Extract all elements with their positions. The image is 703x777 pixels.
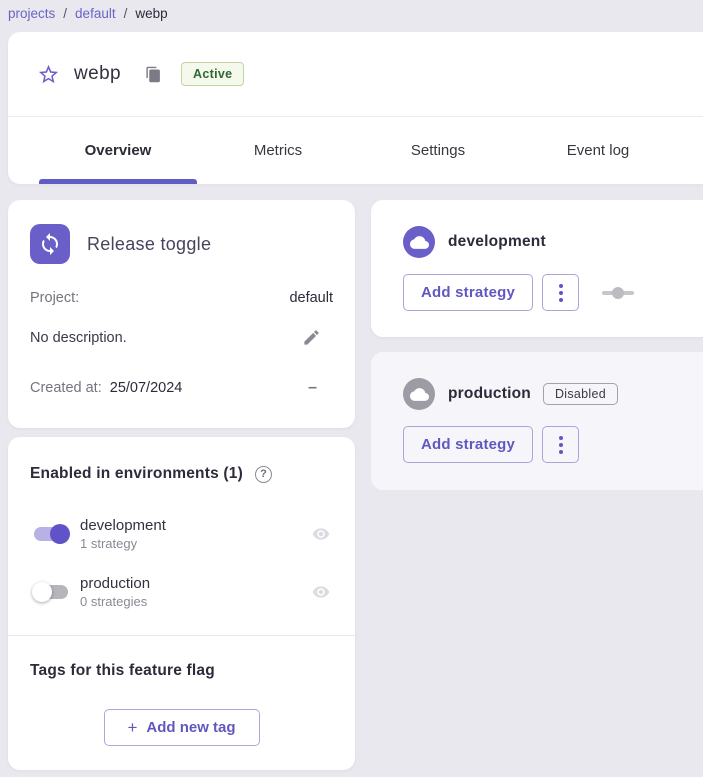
tab-metrics[interactable]: Metrics — [198, 117, 358, 184]
toggle-thumb — [612, 287, 624, 299]
environment-panel-header: production Disabled — [403, 378, 618, 410]
tags-title: Tags for this feature flag — [30, 662, 215, 680]
kebab-dot — [559, 298, 563, 302]
add-strategy-button[interactable]: Add strategy — [403, 274, 533, 311]
tab-settings[interactable]: Settings — [358, 117, 518, 184]
favorite-button[interactable] — [36, 62, 60, 86]
environment-toggle-switch[interactable] — [602, 286, 634, 300]
environment-panel-actions: Add strategy — [403, 274, 634, 311]
kebab-dot — [559, 284, 563, 288]
environment-name: production — [80, 574, 150, 593]
environment-panel-actions: Add strategy — [403, 426, 579, 463]
add-tag-label: Add new tag — [146, 719, 235, 736]
tab-event-log[interactable]: Event log — [518, 117, 678, 184]
environment-panel-production: production Disabled Add strategy — [371, 352, 703, 490]
production-toggle[interactable] — [32, 581, 70, 603]
created-label: Created at: — [30, 380, 102, 396]
pencil-icon — [302, 328, 321, 347]
visibility-button[interactable] — [309, 525, 333, 543]
environment-texts: development 1 strategy — [80, 516, 166, 552]
breadcrumb-separator: / — [63, 6, 67, 21]
kebab-dot — [559, 291, 563, 295]
star-outline-icon — [37, 63, 60, 86]
edit-description-button[interactable] — [302, 328, 321, 347]
tab-label: Overview — [85, 142, 152, 159]
tab-overview[interactable]: Overview — [38, 117, 198, 184]
environment-panel-name: production — [448, 385, 531, 403]
breadcrumb: projects / default / webp — [8, 0, 168, 26]
environment-panel-name: development — [448, 233, 546, 251]
environment-panel-header: development — [403, 226, 546, 258]
environments-title: Enabled in environments (1) — [30, 465, 243, 483]
copy-name-button[interactable] — [143, 64, 163, 84]
development-toggle[interactable] — [32, 523, 70, 545]
tab-label: Metrics — [254, 142, 302, 159]
feature-flag-page: projects / default / webp webp Active Ov… — [0, 0, 703, 777]
description-text: No description. — [30, 330, 127, 346]
copy-icon — [145, 66, 162, 83]
toggle-thumb — [32, 582, 52, 602]
tab-label: Event log — [567, 142, 630, 159]
status-badge: Active — [181, 62, 244, 86]
environment-row-production: production 0 strategies — [32, 571, 333, 613]
add-new-tag-button[interactable]: + Add new tag — [104, 709, 260, 746]
active-tab-indicator — [39, 179, 197, 184]
environment-strategy-count: 0 strategies — [80, 593, 150, 610]
breadcrumb-link-projects[interactable]: projects — [8, 6, 55, 21]
kebab-dot — [559, 436, 563, 440]
visibility-button[interactable] — [309, 583, 333, 601]
disabled-badge: Disabled — [543, 383, 618, 405]
flag-title-row: webp Active — [8, 32, 703, 117]
add-strategy-button[interactable]: Add strategy — [403, 426, 533, 463]
flag-type-label: Release toggle — [87, 234, 211, 255]
breadcrumb-separator: / — [124, 6, 128, 21]
environment-row-development: development 1 strategy — [32, 513, 333, 555]
environments-tags-card: Enabled in environments (1) ? developmen… — [8, 437, 355, 770]
created-row: Created at: 25/07/2024 – — [30, 380, 333, 396]
tab-bar: Overview Metrics Settings Event log — [38, 117, 678, 184]
more-actions-button[interactable] — [542, 274, 579, 311]
tab-label: Settings — [411, 142, 465, 159]
release-toggle-icon — [30, 224, 70, 264]
cloud-icon — [403, 378, 435, 410]
eye-icon — [309, 583, 333, 601]
environment-strategy-count: 1 strategy — [80, 535, 166, 552]
collapse-button[interactable]: – — [308, 380, 317, 396]
eye-icon — [309, 525, 333, 543]
created-value: 25/07/2024 — [110, 380, 183, 396]
environments-title-row: Enabled in environments (1) ? — [30, 465, 333, 483]
flag-details-card: Release toggle Project: default No descr… — [8, 200, 355, 428]
flag-type-row: Release toggle — [8, 200, 355, 264]
kebab-dot — [559, 443, 563, 447]
kebab-dot — [559, 450, 563, 454]
toggle-thumb — [50, 524, 70, 544]
breadcrumb-link-default[interactable]: default — [75, 6, 116, 21]
page-title: webp — [74, 63, 121, 85]
environment-texts: production 0 strategies — [80, 574, 150, 610]
environment-name: development — [80, 516, 166, 535]
help-icon[interactable]: ? — [255, 466, 272, 483]
flag-header-card: webp Active Overview Metrics Settings Ev… — [8, 32, 703, 184]
more-actions-button[interactable] — [542, 426, 579, 463]
description-row: No description. — [30, 328, 333, 347]
section-divider — [8, 635, 355, 636]
project-row: Project: default — [30, 290, 333, 306]
cloud-icon — [403, 226, 435, 258]
project-value: default — [289, 290, 333, 306]
plus-icon: + — [127, 719, 137, 736]
breadcrumb-current: webp — [135, 6, 167, 21]
project-label: Project: — [30, 290, 79, 306]
environment-panel-development: development Add strategy — [371, 200, 703, 337]
